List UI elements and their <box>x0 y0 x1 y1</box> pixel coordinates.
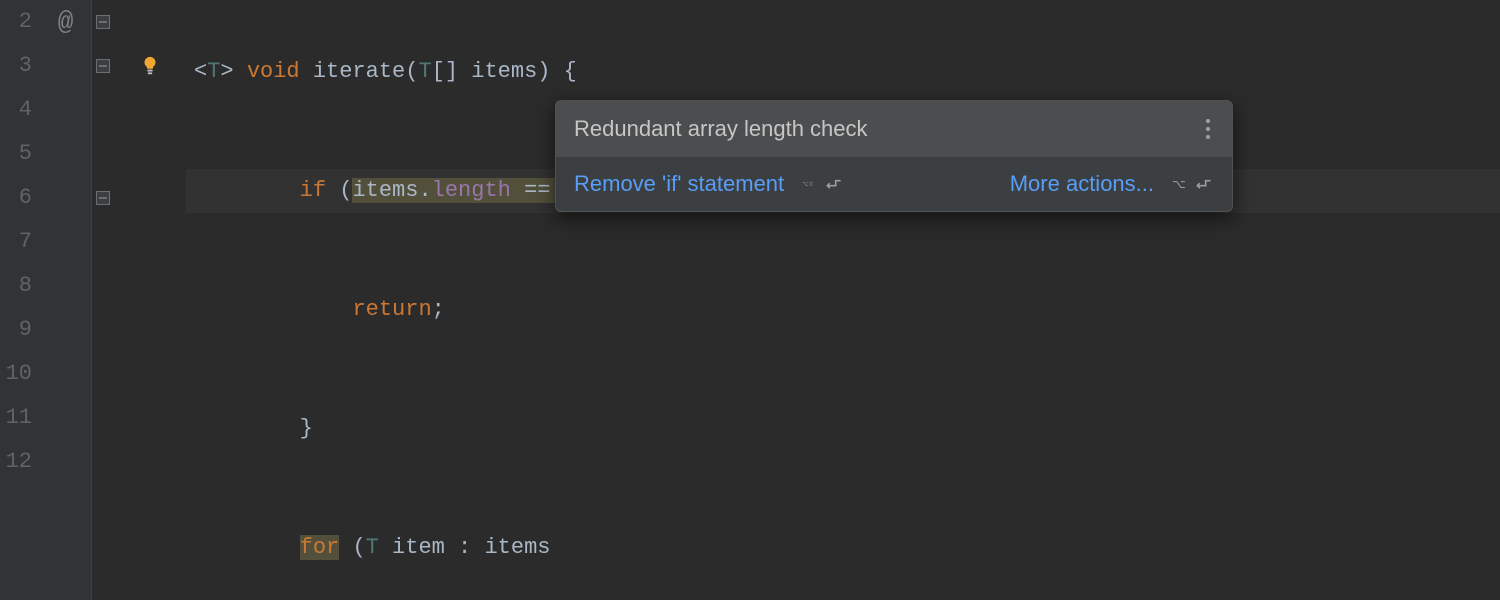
line-number: 4 <box>0 88 32 132</box>
more-options-icon[interactable] <box>1202 115 1214 143</box>
fold-toggle-icon[interactable] <box>96 191 110 205</box>
line-number: 8 <box>0 264 32 308</box>
override-icon[interactable]: @ <box>58 0 74 44</box>
line-number-gutter: 2 3 4 5 6 7 8 9 10 11 12 <box>0 0 40 600</box>
fold-gutter <box>92 0 114 600</box>
inspection-popup: Redundant array length check Remove 'if'… <box>555 100 1233 212</box>
code-line[interactable]: for (T item : items <box>186 526 1500 570</box>
code-line[interactable]: return; <box>186 288 1500 332</box>
line-number: 7 <box>0 220 32 264</box>
code-editor[interactable]: 2 3 4 5 6 7 8 9 10 11 12 @ <box>0 0 1500 600</box>
shortcut-label: ⌥⇧ <box>802 174 844 194</box>
inspection-highlight: items.length == 0 <box>352 178 576 203</box>
quickfix-more-actions[interactable]: More actions... <box>1010 171 1154 197</box>
line-number: 6 <box>0 176 32 220</box>
svg-text:⌥: ⌥ <box>1172 177 1186 191</box>
shortcut-label: ⌥ <box>1172 174 1214 194</box>
code-line[interactable]: <T> void iterate(T[] items) { <box>186 50 1500 94</box>
code-area[interactable]: <T> void iterate(T[] items) { if (items.… <box>186 0 1500 600</box>
fold-toggle-icon[interactable] <box>96 15 110 29</box>
line-number: 5 <box>0 132 32 176</box>
intention-gutter <box>114 0 186 600</box>
line-number: 10 <box>0 352 32 396</box>
svg-text:⌥⇧: ⌥⇧ <box>802 181 814 188</box>
line-number: 12 <box>0 440 32 484</box>
line-number: 2 <box>0 0 32 44</box>
intention-bulb-icon[interactable] <box>139 55 161 77</box>
inspection-title: Redundant array length check <box>574 116 868 142</box>
fold-toggle-icon[interactable] <box>96 59 110 73</box>
line-number: 11 <box>0 396 32 440</box>
line-number: 9 <box>0 308 32 352</box>
annotation-gutter: @ <box>40 0 92 600</box>
quickfix-remove-if[interactable]: Remove 'if' statement <box>574 171 784 197</box>
line-number: 3 <box>0 44 32 88</box>
code-line[interactable]: } <box>186 407 1500 451</box>
inspection-popup-header: Redundant array length check <box>556 101 1232 157</box>
